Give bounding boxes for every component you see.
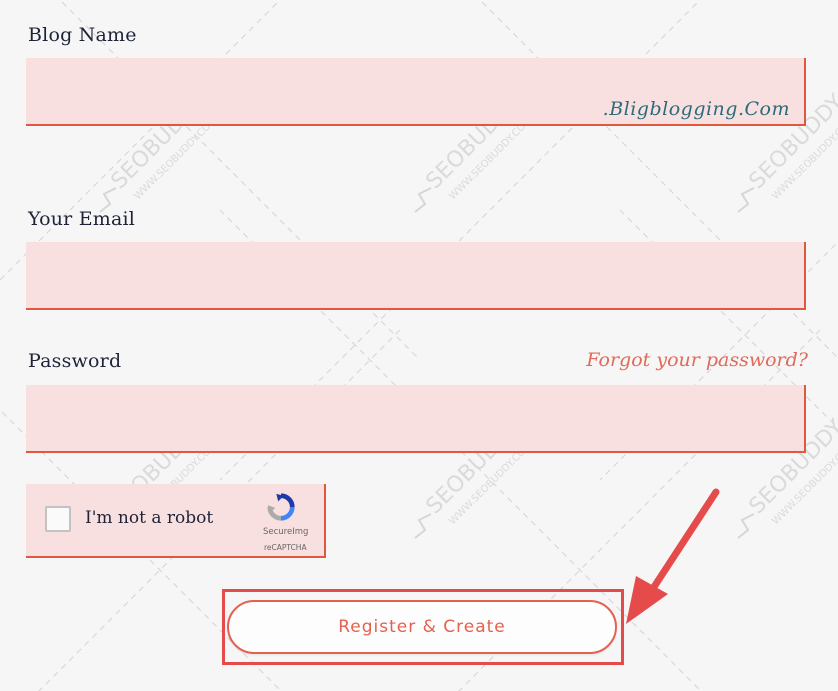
captcha-brand-name: SecureImg (263, 527, 309, 537)
recaptcha-logo-icon (267, 493, 295, 521)
forgot-password-link[interactable]: Forgot your password? (586, 349, 808, 371)
watermark-url: WWW.SEOBUDDY.COM (770, 440, 838, 527)
email-field[interactable] (26, 242, 806, 310)
captcha-widget: I'm not a robot SecureImg reCAPTCHA (26, 484, 326, 558)
password-input[interactable] (26, 385, 804, 451)
email-input[interactable] (26, 242, 804, 308)
captcha-checkbox[interactable] (45, 506, 71, 532)
register-button[interactable]: Register & Create (227, 600, 617, 654)
captcha-brand-sub: reCAPTCHA (264, 543, 307, 552)
password-label: Password (28, 350, 122, 372)
captcha-label: I'm not a robot (85, 508, 214, 528)
watermark-url: WWW.SEOBUDDY.COM (447, 440, 534, 527)
blog-name-label: Blog Name (28, 24, 137, 46)
watermark-url: WWW.SEOBUDDY.COM (132, 115, 219, 202)
password-field[interactable] (26, 385, 806, 453)
blog-name-field[interactable]: .Bligblogging.Com (26, 58, 806, 126)
watermark-url: WWW.SEOBUDDY.COM (447, 115, 534, 202)
site-watermark: .Bligblogging.Com (602, 98, 790, 120)
email-label: Your Email (28, 208, 136, 230)
watermark-url: WWW.SEOBUDDY.COM (770, 115, 838, 202)
